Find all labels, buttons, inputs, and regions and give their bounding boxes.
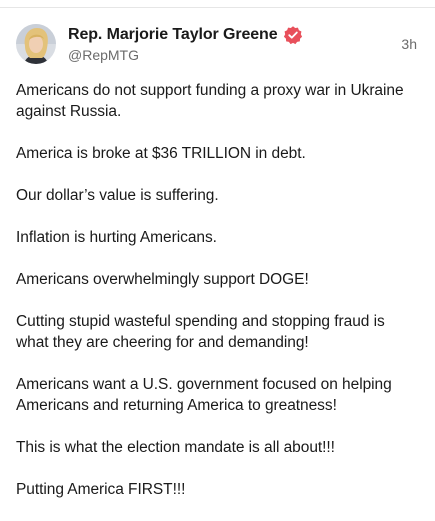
post-paragraph: Our dollar’s value is suffering. [16,187,219,204]
post-paragraph: Americans do not support funding a proxy… [16,82,404,120]
post-timestamp[interactable]: 3h [401,36,417,52]
post-paragraph: Americans want a U.S. government focused… [16,376,392,414]
verified-badge-icon [283,25,303,45]
avatar[interactable] [16,24,56,64]
post-paragraph: Cutting stupid wasteful spending and sto… [16,313,385,351]
post-paragraph: This is what the election mandate is all… [16,439,335,456]
post-body: Americans do not support funding a proxy… [16,80,421,521]
post-header: Rep. Marjorie Taylor Greene @RepMTG 3h [16,24,419,68]
author-handle[interactable]: @RepMTG [68,47,303,63]
post-paragraph: America is broke at $36 TRILLION in debt… [16,145,306,162]
top-divider [0,7,435,8]
post-paragraph: Putting America FIRST!!! [16,481,186,498]
author-names: Rep. Marjorie Taylor Greene @RepMTG [68,25,303,63]
display-name-row: Rep. Marjorie Taylor Greene [68,25,303,45]
post-paragraph: Americans overwhelmingly support DOGE! [16,271,309,288]
post-paragraph: Inflation is hurting Americans. [16,229,217,246]
display-name[interactable]: Rep. Marjorie Taylor Greene [68,26,278,44]
